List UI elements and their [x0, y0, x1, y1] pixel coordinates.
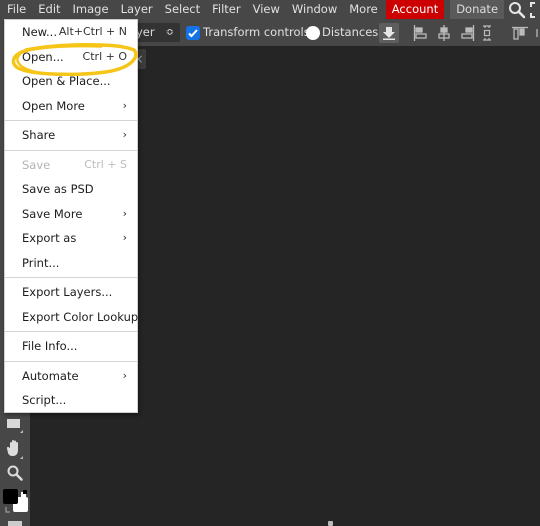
hand-tool-icon[interactable]: [4, 438, 26, 460]
menu-item-shortcut: Ctrl + S: [84, 157, 127, 171]
menu-item-export-layers[interactable]: Export Layers...: [5, 280, 137, 305]
menu-separator: [5, 360, 137, 362]
menu-item-save-as-psd[interactable]: Save as PSD: [5, 177, 137, 202]
menu-item-label: Export Layers...: [22, 285, 113, 299]
mouse-cursor-icon: [328, 521, 333, 526]
menu-item-open-more[interactable]: Open More ›: [5, 94, 137, 119]
menu-separator: [5, 120, 137, 121]
align-right-icon[interactable]: [460, 23, 476, 43]
transform-controls-label: Transform controls: [203, 25, 310, 39]
menu-item-print[interactable]: Print...: [5, 251, 137, 276]
distances-label: Distances: [322, 25, 379, 39]
menu-item-label: Script...: [22, 393, 67, 407]
menu-separator: [5, 277, 137, 278]
menu-item-file-info[interactable]: File Info...: [5, 334, 137, 359]
rectangle-shape-tool-icon[interactable]: [4, 414, 26, 436]
menu-item-label: New...: [22, 25, 57, 39]
menu-item-export-as[interactable]: Export as ›: [5, 226, 137, 251]
menu-item-save: Save Ctrl + S: [5, 153, 137, 178]
file-menu-dropdown: New... Alt+Ctrl + N Open... Ctrl + O Ope…: [4, 19, 149, 413]
transform-controls-checkbox[interactable]: [186, 26, 200, 40]
distances-checkbox[interactable]: [306, 26, 320, 40]
menu-item-save-more[interactable]: Save More ›: [5, 202, 137, 227]
menu-item-label: Print...: [22, 255, 60, 270]
chevron-right-icon: ›: [122, 368, 127, 382]
chevron-right-icon: ›: [122, 231, 127, 244]
color-swatches[interactable]: [2, 488, 30, 516]
menu-item-label: Open More: [22, 98, 85, 113]
menu-item-label: Share: [22, 128, 56, 142]
donate-button[interactable]: Donate: [450, 0, 505, 19]
menu-edit[interactable]: Edit: [32, 0, 66, 19]
align-middle-icon[interactable]: [534, 23, 540, 43]
chevron-right-icon: ›: [122, 98, 127, 112]
menu-item-label: Open & Place...: [22, 74, 111, 88]
account-button[interactable]: Account: [385, 0, 445, 19]
menu-select[interactable]: Select: [159, 0, 206, 19]
align-center-h-icon[interactable]: [436, 23, 452, 43]
menu-image[interactable]: Image: [67, 0, 115, 19]
menubar: File Edit Image Layer Select Filter View…: [0, 0, 540, 19]
menu-separator: [5, 149, 137, 151]
updown-chevron-icon: ≎: [165, 27, 174, 38]
search-icon[interactable]: [508, 0, 526, 19]
menu-item-label: Export Color Lookup...: [22, 309, 150, 324]
menu-item-shortcut: Alt+Ctrl + N: [58, 25, 127, 38]
menu-item-label: Export as: [22, 231, 77, 245]
menu-item-label: Save More: [22, 206, 83, 221]
align-top-icon[interactable]: [512, 23, 528, 43]
menu-item-open-and-place[interactable]: Open & Place...: [5, 69, 137, 94]
more-tools-icon[interactable]: [4, 518, 26, 526]
menu-item-script[interactable]: Script...: [5, 388, 137, 413]
menu-separator: [5, 331, 137, 332]
menu-layer[interactable]: Layer: [115, 0, 159, 19]
menu-item-automate[interactable]: Automate ›: [5, 364, 137, 389]
menu-item-label: Open...: [22, 49, 64, 64]
menu-item-shortcut: Ctrl + O: [82, 49, 127, 63]
menu-item-share[interactable]: Share ›: [5, 123, 137, 148]
menu-item-open[interactable]: Open... Ctrl + O: [5, 45, 137, 70]
menu-item-label: Automate: [22, 368, 79, 383]
chevron-right-icon: ›: [122, 128, 127, 141]
menu-item-export-color-lookup[interactable]: Export Color Lookup...: [5, 305, 149, 330]
menu-more[interactable]: More: [343, 0, 384, 19]
chevron-right-icon: ›: [122, 206, 127, 220]
download-icon[interactable]: [379, 23, 399, 43]
zoom-tool-icon[interactable]: [4, 462, 26, 484]
menu-filter[interactable]: Filter: [206, 0, 246, 19]
menu-item-label: Save: [22, 157, 51, 172]
distribute-h-icon[interactable]: [481, 23, 493, 43]
menu-view[interactable]: View: [247, 0, 286, 19]
menu-item-new[interactable]: New... Alt+Ctrl + N: [5, 20, 137, 45]
menu-window[interactable]: Window: [286, 0, 343, 19]
fullscreen-icon[interactable]: [530, 0, 540, 19]
menu-file[interactable]: File: [0, 0, 32, 19]
align-left-icon[interactable]: [412, 23, 428, 43]
auto-select-value: yer: [136, 25, 155, 39]
menu-item-label: Save as PSD: [22, 182, 94, 196]
menu-item-label: File Info...: [22, 339, 78, 353]
